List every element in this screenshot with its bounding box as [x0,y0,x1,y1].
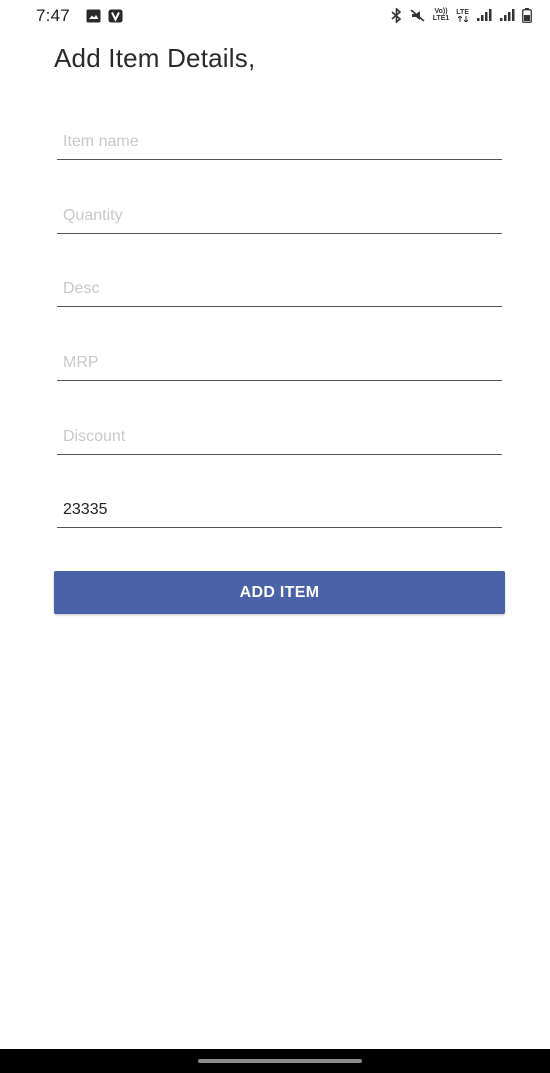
home-gesture-handle[interactable] [198,1059,362,1063]
mute-icon [410,7,426,23]
volte-line2: LTE1 [432,15,450,22]
desc-field-container [57,263,502,307]
add-item-button[interactable]: ADD ITEM [54,571,505,614]
quantity-field-container [57,190,502,234]
desc-input[interactable] [63,280,493,298]
status-bar: 7:47 Vo)) LTE1 LTE [0,0,550,32]
bluetooth-icon [390,7,403,23]
discount-input[interactable] [63,428,493,446]
discount-field-container [57,411,502,455]
v-app-icon [107,8,123,23]
quantity-input[interactable] [63,207,493,225]
status-right-icons: Vo)) LTE1 LTE [390,7,532,23]
code-input[interactable] [63,501,493,519]
code-field-container [57,484,502,528]
battery-icon [522,7,532,23]
volte-line1: Vo)) [434,8,448,15]
status-time: 7:47 [36,6,70,25]
status-left-icons [85,8,123,23]
mrp-input[interactable] [63,354,493,372]
volte-icon: Vo)) LTE1 [433,7,450,23]
signal-1-icon [476,7,492,23]
item-name-input[interactable] [63,133,493,151]
item-name-field-container [57,116,502,160]
navigation-bar [0,1049,550,1073]
page-title: Add Item Details, [54,43,256,73]
lte-label: LTE [456,8,469,16]
gallery-icon [85,8,101,23]
mrp-field-container [57,337,502,381]
signal-2-icon [499,7,515,23]
lte-icon: LTE [456,7,469,23]
